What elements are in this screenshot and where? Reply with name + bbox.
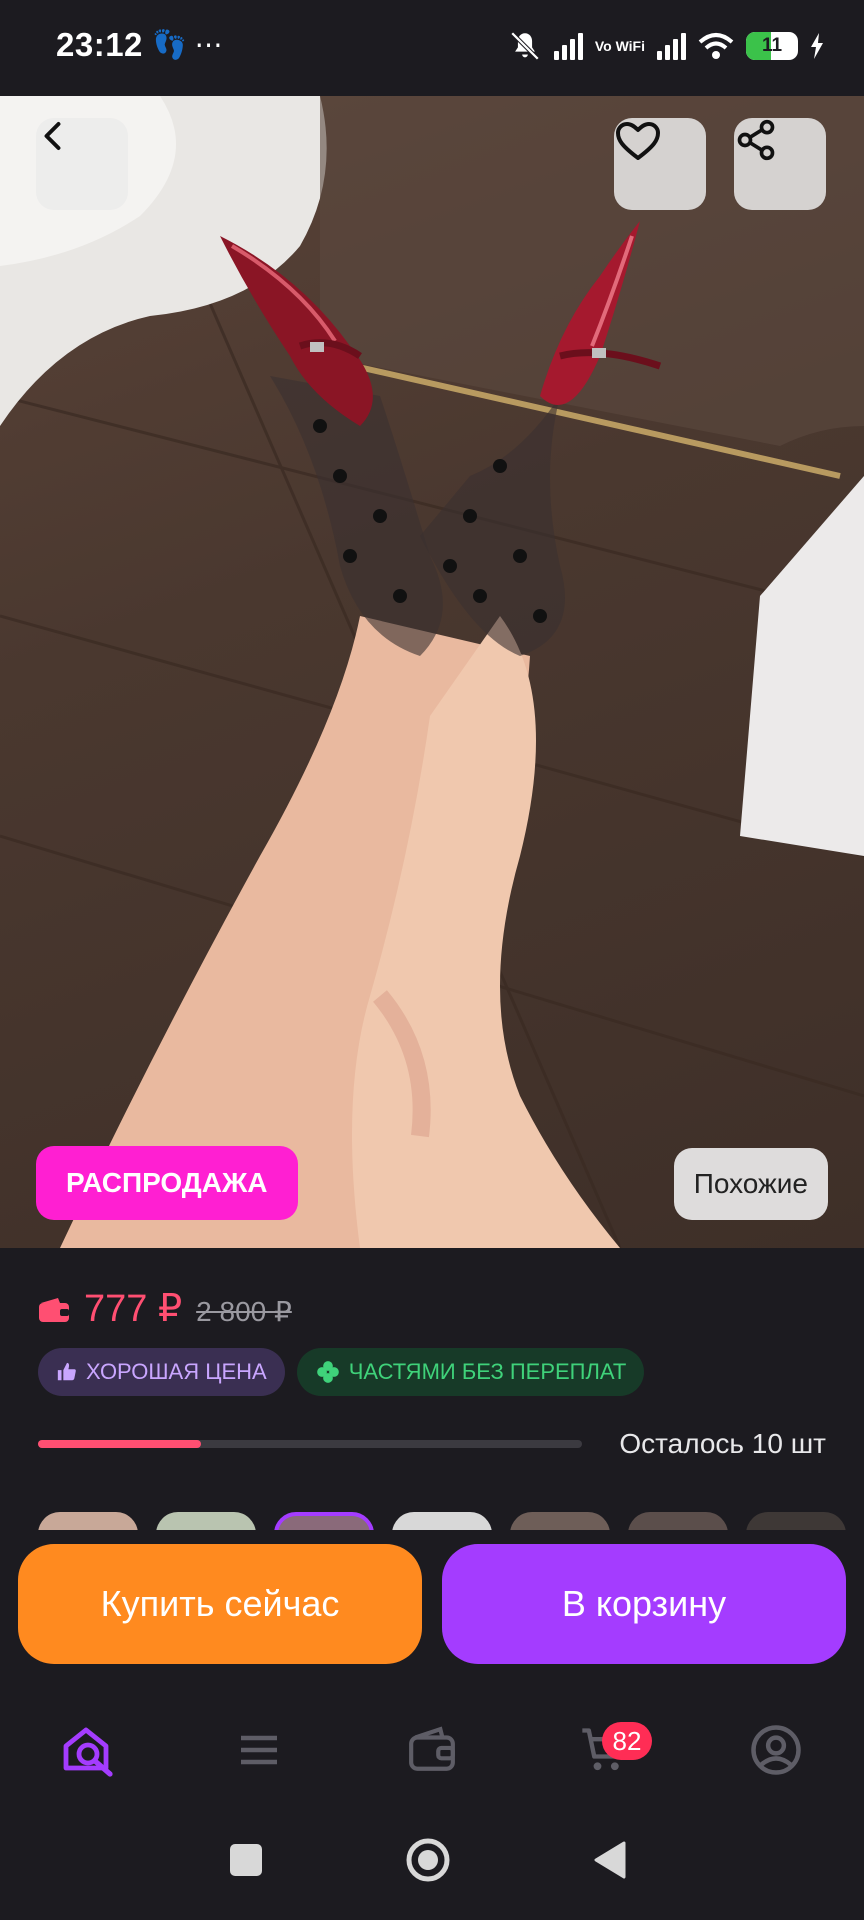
old-price: 2 800 ₽ <box>196 1296 292 1327</box>
thumbnail[interactable] <box>392 1512 492 1530</box>
signal-icon <box>553 32 583 60</box>
share-icon <box>737 119 775 161</box>
signal-icon-2 <box>657 32 686 60</box>
bell-muted-icon <box>510 31 540 61</box>
price-row: 777 ₽ 2 800 ₽ <box>38 1286 292 1331</box>
nav-profile[interactable] <box>716 1700 836 1800</box>
thumbs-up-icon <box>57 1362 76 1381</box>
buy-now-button[interactable]: Купить сейчас <box>18 1544 422 1664</box>
battery-indicator: 11 <box>746 32 798 60</box>
footsteps-icon: 👣 <box>152 29 187 60</box>
good-price-label: ХОРОШАЯ ЦЕНА <box>86 1359 267 1384</box>
stock-progress-fill <box>38 1440 202 1448</box>
add-to-cart-button[interactable]: В корзину <box>442 1544 846 1664</box>
more-dots-icon: ⋯ <box>194 29 223 60</box>
thumbnail[interactable] <box>510 1512 610 1530</box>
back-button[interactable] <box>36 118 128 210</box>
thumbnail-selected[interactable] <box>274 1512 374 1530</box>
system-navigation <box>0 1800 864 1920</box>
circle-icon <box>406 1838 450 1882</box>
thumbnail[interactable] <box>746 1512 846 1530</box>
installments-label: ЧАСТЯМИ БЕЗ ПЕРЕПЛАТ <box>348 1359 627 1384</box>
back-system-button[interactable] <box>550 1800 670 1920</box>
sale-badge: РАСПРОДАЖА <box>36 1146 298 1220</box>
status-bar: 23:12 👣 ⋯ Vo WiFi 11 <box>0 0 864 96</box>
nav-home[interactable] <box>28 1700 148 1800</box>
square-icon <box>230 1844 262 1876</box>
battery-level: 11 <box>761 35 783 56</box>
installments-chip[interactable]: ЧАСТЯМИ БЕЗ ПЕРЕПЛАТ <box>296 1348 645 1396</box>
wallet-nav-icon <box>409 1726 455 1771</box>
profile-icon <box>751 1725 801 1775</box>
nav-wallet[interactable] <box>372 1700 492 1800</box>
charging-icon <box>811 33 823 59</box>
home-button[interactable] <box>368 1800 488 1920</box>
thumbnail[interactable] <box>38 1512 138 1530</box>
status-left-icons: 👣 ⋯ <box>152 28 223 61</box>
cart-count-badge: 82 <box>602 1722 652 1760</box>
thumbnail[interactable] <box>156 1512 256 1530</box>
good-price-chip[interactable]: ХОРОШАЯ ЦЕНА <box>38 1348 285 1396</box>
bottom-navigation <box>0 1700 864 1800</box>
heart-icon <box>616 122 660 160</box>
stock-text: Осталось 10 шт <box>619 1428 826 1459</box>
vowifi-label: Vo WiFi <box>594 38 645 54</box>
favorite-button[interactable] <box>614 118 706 210</box>
wallet-icon <box>39 1298 69 1322</box>
nav-catalog[interactable] <box>199 1700 319 1800</box>
wifi-icon <box>698 33 734 59</box>
clover-icon <box>316 1361 339 1383</box>
catalog-menu-icon <box>241 1735 277 1765</box>
price-chips: ХОРОШАЯ ЦЕНА ЧАСТЯМИ БЕЗ ПЕРЕПЛАТ <box>38 1348 645 1396</box>
chevron-left-icon <box>44 122 61 150</box>
triangle-back-icon <box>594 1841 626 1879</box>
status-time: 23:12 <box>56 26 143 63</box>
product-image[interactable]: РАСПРОДАЖА Похожие <box>0 96 864 1248</box>
share-button[interactable] <box>734 118 826 210</box>
status-right-icons: Vo WiFi 11 <box>508 26 824 66</box>
thumbnail[interactable] <box>628 1512 728 1530</box>
product-photo <box>0 96 864 1248</box>
similar-button[interactable]: Похожие <box>673 1148 828 1220</box>
current-price: 777 ₽ <box>84 1288 183 1330</box>
stock-progress <box>38 1440 582 1448</box>
thumbnail-strip[interactable] <box>38 1512 864 1530</box>
home-search-icon <box>63 1727 113 1777</box>
recents-button[interactable] <box>186 1800 306 1920</box>
